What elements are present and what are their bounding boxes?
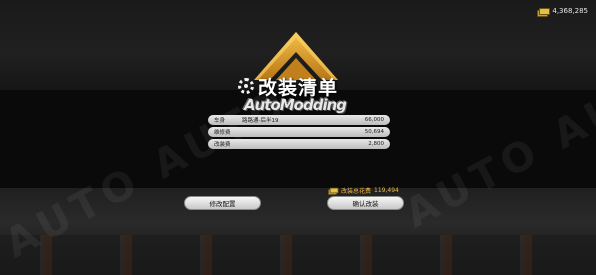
item-label: 改装费 — [214, 142, 231, 148]
confirm-modding-button[interactable]: 确认改装 — [327, 196, 404, 210]
currency-amount: 4,368,285 — [552, 7, 588, 15]
item-value: 2,800 — [368, 141, 384, 147]
item-value: 50,694 — [364, 129, 384, 135]
modification-list: 车身 路路通-后半19 66,000 维修费 50,694 改装费 2,800 — [208, 115, 390, 151]
total-label: 改装总花费 — [341, 187, 372, 195]
item-label: 维修费 — [214, 130, 231, 136]
list-item: 维修费 50,694 — [208, 127, 390, 137]
cash-icon — [328, 187, 339, 195]
list-item: 改装费 2,800 — [208, 139, 390, 149]
item-value: 66,000 — [364, 117, 384, 123]
cash-icon — [537, 7, 551, 17]
modify-config-button[interactable]: 修改配置 — [184, 196, 261, 210]
item-label: 车身 — [214, 118, 226, 124]
gear-icon — [238, 78, 254, 94]
floor-stripes — [0, 235, 596, 275]
total-cost: 改装总花费 119,494 — [327, 186, 399, 195]
total-value: 119,494 — [374, 186, 399, 194]
currency-display: 4,368,285 — [537, 5, 588, 17]
page-title: 改装清单 — [238, 74, 338, 99]
list-item: 车身 路路通-后半19 66,000 — [208, 115, 390, 125]
subtitle-logo-text: AutoModding — [243, 96, 347, 114]
item-name: 路路通-后半19 — [242, 118, 279, 124]
